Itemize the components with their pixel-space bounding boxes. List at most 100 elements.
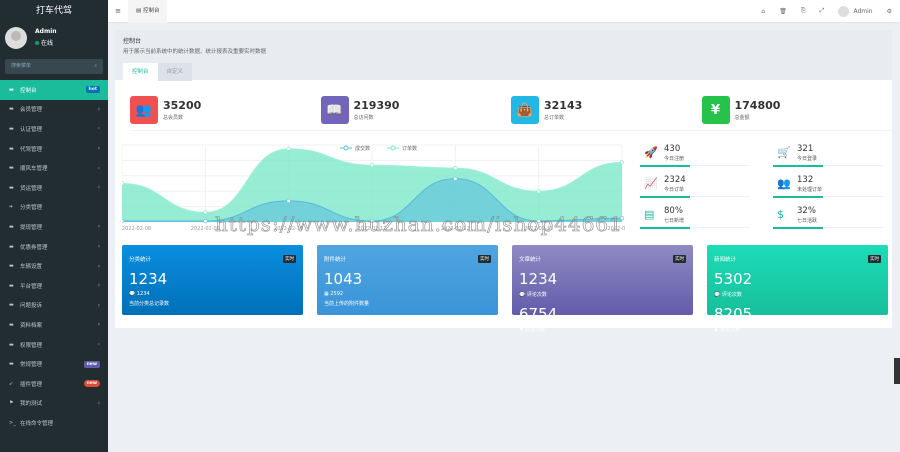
data-point[interactable] <box>286 146 291 151</box>
users-icon: 👥 <box>777 177 791 190</box>
sidebar-item[interactable]: ▬ 提现管理 ‹ <box>0 217 108 237</box>
data-point[interactable] <box>369 218 375 224</box>
chevron-left-icon: ‹ <box>97 164 100 172</box>
info-value: 174800 <box>734 99 781 112</box>
sidebar-item[interactable]: ▬ 车辆设置 ‹ <box>0 256 108 276</box>
data-point[interactable] <box>122 218 125 224</box>
stat-progress <box>773 196 883 198</box>
terminal-icon: >_ <box>9 419 16 426</box>
line-chart-icon: 📈 <box>644 177 658 190</box>
list-icon: ▬ <box>9 263 14 270</box>
data-point[interactable] <box>619 160 625 165</box>
legend-label[interactable]: 成交数 <box>355 145 370 152</box>
chevron-left-icon: ‹ <box>97 184 100 192</box>
list-icon: ▬ <box>9 243 14 250</box>
x-tick-label: 2022-02-12 <box>441 226 470 232</box>
stat-value: 2324 <box>664 175 686 185</box>
sidebar-item[interactable]: ▬ 资料档案 ‹ <box>0 315 108 335</box>
avatar <box>838 5 850 17</box>
menu-badge: hot <box>85 86 100 94</box>
list-icon: ▬ <box>9 125 14 132</box>
shopping-bag-icon: 👜 <box>511 96 539 124</box>
sidebar-item[interactable]: >_ 在线命令管理 <box>0 413 108 433</box>
menu-toggle-icon[interactable]: ≡ <box>108 7 128 15</box>
stat-item: 🚀 430 今日注册 <box>640 143 750 171</box>
tab-custom[interactable]: 自定义 <box>157 63 193 81</box>
sidebar-item[interactable]: ▬ 权限管理 ‹ <box>0 335 108 355</box>
realtime-badge: 实时 <box>673 255 686 263</box>
chevron-left-icon: ‹ <box>97 399 100 407</box>
chevron-left-icon: ‹ <box>97 301 100 309</box>
data-point[interactable] <box>203 218 208 224</box>
info-label: 总金额 <box>734 115 750 121</box>
card-value: 1234 <box>129 270 168 288</box>
data-point[interactable] <box>453 166 458 171</box>
stat-progress <box>640 196 750 198</box>
sidebar-item[interactable]: ➶ 插件管理 new <box>0 374 108 394</box>
data-point[interactable] <box>536 189 541 194</box>
legend-marker[interactable] <box>390 145 396 151</box>
page-header: 控制台 用于展示当前系统中的统计数据、统计报表及重要实时数据 控制台 自定义 <box>115 30 892 81</box>
chevron-left-icon: ‹ <box>97 125 100 133</box>
language-icon[interactable]: ⎘ <box>801 7 806 15</box>
stat-value: 132 <box>797 175 814 185</box>
sidebar-item[interactable]: ▬ 货运管理 ‹ <box>0 178 108 198</box>
data-point[interactable] <box>453 176 458 181</box>
sidebar-item[interactable]: ▬ 认证管理 ‹ <box>0 119 108 139</box>
menu-badge: new <box>83 360 100 368</box>
trash-icon[interactable]: 🗑 <box>779 8 787 15</box>
legend-marker[interactable] <box>343 145 349 151</box>
data-point[interactable] <box>619 216 625 221</box>
tab-dashboard[interactable]: 控制台 <box>123 63 158 81</box>
sidebar-item[interactable]: ▬ 平台管理 ‹ <box>0 276 108 296</box>
app-logo[interactable]: 打车代驾 <box>0 0 108 22</box>
data-point[interactable] <box>203 210 208 215</box>
list-icon: ▬ <box>9 184 14 191</box>
info-box: 👥 35200 总会员数 <box>130 96 321 131</box>
stat-item: 👥 132 未处理订单 <box>773 174 883 202</box>
home-icon[interactable]: ⌂ <box>761 8 765 15</box>
search-icon[interactable]: ⌕ <box>94 59 97 74</box>
card-subtitle: 当前上传的附件数量 <box>324 301 370 307</box>
sidebar-item[interactable]: ▬ 会员管理 ‹ <box>0 100 108 120</box>
stat-value: 321 <box>797 144 814 154</box>
tab-dashboard[interactable]: ▤ 控制台 <box>128 0 168 23</box>
user-status: 在线 <box>35 38 108 47</box>
card-title: 分类统计 <box>129 257 152 263</box>
card-title: 附件统计 <box>324 257 347 263</box>
data-point[interactable] <box>122 181 125 186</box>
data-point[interactable] <box>286 198 291 203</box>
sidebar-item[interactable]: ▬ 优惠券管理 ‹ <box>0 237 108 257</box>
users-icon: 👥 <box>130 96 158 124</box>
x-tick-label: 2022-02-11 <box>357 226 386 232</box>
stat-cards: 分类统计 实时 1234 💬 1234 当前分类总记录数 附件统计 实时 1043 ▦ 2592… <box>122 245 888 333</box>
book-icon: 📖 <box>320 96 349 124</box>
legend-label[interactable]: 订单数 <box>402 145 417 152</box>
stat-value: 80% <box>664 206 683 216</box>
fullscreen-icon[interactable]: ⤢ <box>820 7 825 15</box>
stat-progress <box>640 227 750 229</box>
chevron-left-icon: ‹ <box>97 321 100 329</box>
sidebar-item[interactable]: ▬ 代驾管理 ‹ <box>0 139 108 159</box>
data-point[interactable] <box>369 163 375 168</box>
stat-label: 今日订单 <box>664 187 685 193</box>
menu-search-input[interactable]: 搜索菜单 ⌕ <box>5 59 103 74</box>
scrollbar[interactable] <box>894 358 900 384</box>
list-icon: ▬ <box>9 165 14 172</box>
rocket-icon: 🚀 <box>644 146 658 159</box>
stat-progress <box>773 227 883 229</box>
sidebar-item[interactable]: ▬ 顺风车管理 ‹ <box>0 158 108 178</box>
sidebar-item[interactable]: ▬ 常规管理 new <box>0 354 108 374</box>
stat-item: ▤ 80% 七日新增 <box>640 205 750 233</box>
user-menu[interactable]: Admin <box>838 5 873 17</box>
stat-item: $32% 七日活跃 <box>773 205 883 233</box>
sidebar-item[interactable]: ▬ 问题投诉 ‹ <box>0 296 108 316</box>
sidebar-item[interactable]: ❧ 分类管理 <box>0 198 108 218</box>
sidebar: 打车代驾 Admin 在线 搜索菜单 ⌕ ▬ 控制台 hot ▬ 会员管理 ‹ ▬ 认证管理 ‹ ▬… <box>0 0 108 452</box>
sidebar-item[interactable]: ⚑ 我的测试 ‹ <box>0 394 108 414</box>
data-point[interactable] <box>536 218 541 224</box>
settings-icon[interactable]: ⚙ <box>887 8 892 15</box>
info-boxes: 👥 35200 总会员数 📖 219390 总访问数 👜 32143 总订单数 ¥174800 总金… <box>115 80 892 131</box>
stat-label: 未处理订单 <box>797 187 823 193</box>
sidebar-item[interactable]: ▬ 控制台 hot <box>0 80 108 100</box>
